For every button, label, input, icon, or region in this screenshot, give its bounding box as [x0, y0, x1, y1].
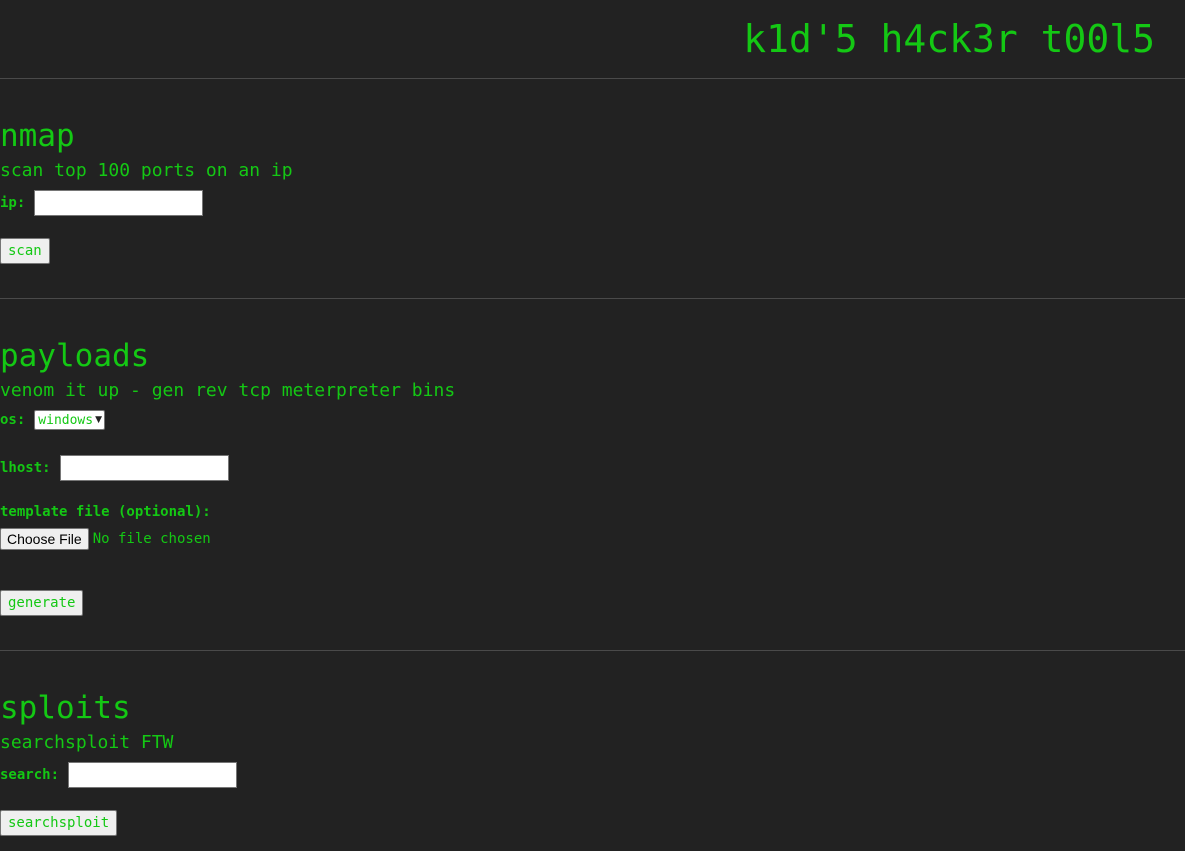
site-title: k1d'5 h4ck3r t00l5 — [743, 17, 1155, 61]
nmap-description: scan top 100 ports on an ip — [0, 160, 293, 181]
search-input[interactable] — [68, 762, 238, 788]
template-label-row: template file (optional): — [0, 504, 220, 520]
no-file-chosen-text: No file chosen — [92, 531, 211, 547]
search-label: search: — [0, 767, 60, 783]
payloads-title: payloads — [0, 338, 150, 374]
os-label: os: — [0, 412, 26, 428]
scan-button[interactable]: scan — [0, 238, 50, 264]
nmap-title: nmap — [0, 118, 75, 154]
ip-label: ip: — [0, 195, 26, 211]
payloads-description: venom it up - gen rev tcp meterpreter bi… — [0, 380, 456, 401]
sploits-description: searchsploit FTW — [0, 732, 174, 753]
chevron-down-icon: ▼ — [95, 415, 103, 425]
os-row: os: windows ▼ — [0, 410, 106, 430]
generate-button[interactable]: generate — [0, 590, 84, 616]
lhost-label: lhost: — [0, 460, 51, 476]
ip-row: ip: — [0, 190, 204, 216]
os-select[interactable]: windows ▼ — [34, 410, 106, 430]
sploits-section: sploits searchsploit FTW search: searchs… — [0, 651, 1185, 851]
payloads-section: payloads venom it up - gen rev tcp meter… — [0, 299, 1185, 651]
nmap-section: nmap scan top 100 ports on an ip ip: sca… — [0, 79, 1185, 299]
lhost-input[interactable] — [59, 455, 229, 481]
search-row: search: — [0, 762, 238, 788]
template-file-row: Choose File No file chosen — [0, 528, 211, 550]
choose-file-button[interactable]: Choose File — [0, 528, 89, 550]
ip-input[interactable] — [34, 190, 204, 216]
page-header: k1d'5 h4ck3r t00l5 — [0, 0, 1185, 79]
os-selected-value: windows — [38, 412, 94, 428]
template-file-label: template file (optional): — [0, 504, 211, 520]
searchsploit-button[interactable]: searchsploit — [0, 810, 118, 836]
lhost-row: lhost: — [0, 455, 229, 481]
sploits-title: sploits — [0, 690, 131, 726]
